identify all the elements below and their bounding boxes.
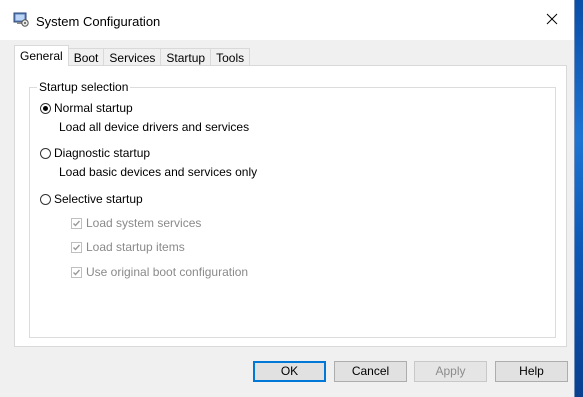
radio-button[interactable] — [40, 193, 51, 205]
radio-button-checked[interactable] — [40, 102, 51, 114]
general-tab-panel: Startup selection Normal startup Load al… — [14, 65, 567, 347]
diagnostic-startup-description: Load basic devices and services only — [59, 165, 258, 179]
load-startup-items-label: Load startup items — [86, 240, 185, 254]
diagnostic-startup-label[interactable]: Diagnostic startup — [54, 146, 150, 160]
use-original-boot-config-label: Use original boot configuration — [86, 265, 249, 279]
checkbox-checked-disabled — [71, 266, 82, 278]
cancel-button[interactable]: Cancel — [334, 361, 407, 382]
tab-services[interactable]: Services — [103, 48, 162, 66]
diagnostic-startup-radio[interactable]: Diagnostic startup — [40, 146, 150, 160]
checkbox-checked-disabled — [71, 241, 82, 253]
system-configuration-dialog: System Configuration General Boot Servic… — [0, 0, 575, 397]
close-icon — [546, 13, 558, 28]
tab-general[interactable]: General — [14, 45, 69, 66]
load-startup-items-checkbox: Load startup items — [71, 240, 185, 254]
close-button[interactable] — [530, 0, 574, 40]
tab-tools[interactable]: Tools — [210, 48, 251, 66]
selective-startup-label[interactable]: Selective startup — [54, 192, 143, 206]
radio-button[interactable] — [40, 147, 51, 159]
tab-strip: General Boot Services Startup Tools — [14, 45, 251, 66]
normal-startup-description: Load all device drivers and services — [59, 120, 250, 134]
help-button[interactable]: Help — [495, 361, 568, 382]
selective-startup-radio[interactable]: Selective startup — [40, 192, 143, 206]
ok-button[interactable]: OK — [253, 361, 326, 382]
tab-boot[interactable]: Boot — [67, 48, 105, 66]
title-bar[interactable]: System Configuration — [0, 0, 574, 40]
checkbox-checked-disabled — [71, 217, 82, 229]
tab-startup[interactable]: Startup — [160, 48, 212, 66]
msconfig-icon — [13, 11, 29, 27]
load-system-services-checkbox: Load system services — [71, 216, 201, 230]
load-system-services-label: Load system services — [86, 216, 202, 230]
use-original-boot-config-checkbox: Use original boot configuration — [71, 265, 248, 279]
startup-selection-label: Startup selection — [37, 80, 131, 94]
normal-startup-label[interactable]: Normal startup — [54, 101, 133, 115]
normal-startup-radio[interactable]: Normal startup — [40, 101, 133, 115]
window-title: System Configuration — [36, 14, 161, 29]
apply-button[interactable]: Apply — [414, 361, 487, 382]
